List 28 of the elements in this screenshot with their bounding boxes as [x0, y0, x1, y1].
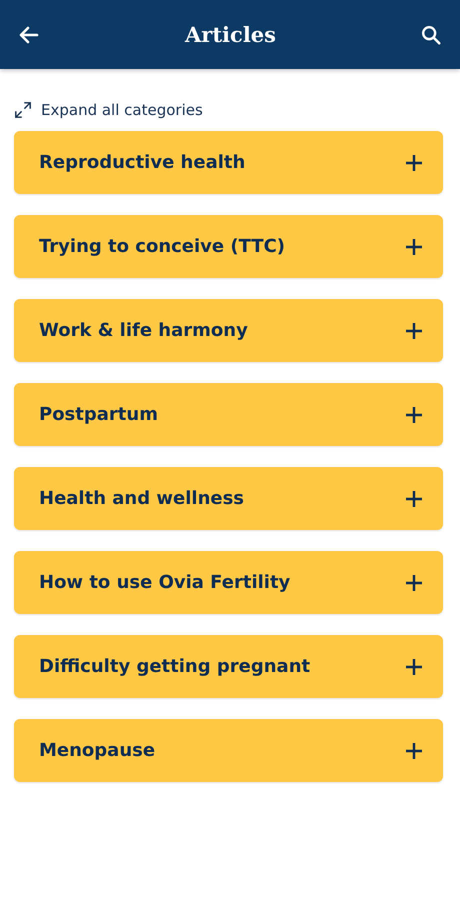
category-accordion[interactable]: Difficulty getting pregnant — [14, 635, 443, 698]
search-icon[interactable] — [420, 24, 442, 46]
category-accordion[interactable]: Trying to conceive (TTC) — [14, 215, 443, 278]
plus-icon[interactable] — [404, 152, 424, 172]
category-title: Reproductive health — [39, 152, 246, 173]
plus-icon[interactable] — [404, 320, 424, 340]
category-title: Menopause — [39, 740, 156, 761]
category-accordion[interactable]: Health and wellness — [14, 467, 443, 530]
category-title: How to use Ovia Fertility — [39, 572, 290, 593]
category-title: Work & life harmony — [39, 320, 248, 341]
screen-title: Articles — [185, 22, 276, 47]
plus-icon[interactable] — [404, 488, 424, 508]
plus-icon[interactable] — [404, 236, 424, 256]
plus-icon[interactable] — [404, 656, 424, 676]
category-title: Health and wellness — [39, 488, 244, 509]
category-accordion[interactable]: Reproductive health — [14, 131, 443, 194]
category-accordion[interactable]: Work & life harmony — [14, 299, 443, 362]
category-title: Trying to conceive (TTC) — [39, 236, 286, 257]
category-title: Postpartum — [39, 404, 158, 425]
expand-all-link[interactable]: Expand all categories — [41, 101, 203, 119]
plus-icon[interactable] — [404, 572, 424, 592]
category-accordion[interactable]: Menopause — [14, 719, 443, 782]
plus-icon[interactable] — [404, 404, 424, 424]
category-accordion[interactable]: Postpartum — [14, 383, 443, 446]
plus-icon[interactable] — [404, 740, 424, 760]
category-accordion[interactable]: How to use Ovia Fertility — [14, 551, 443, 614]
category-title: Difficulty getting pregnant — [39, 656, 310, 677]
expand-arrows-icon[interactable] — [14, 101, 32, 119]
